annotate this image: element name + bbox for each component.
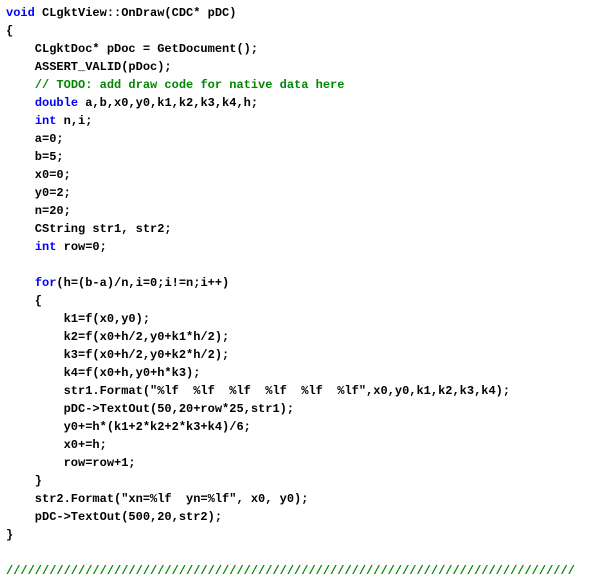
comment: // TODO: add draw code for native data h… — [35, 78, 345, 92]
indent — [6, 276, 35, 290]
indent — [6, 78, 35, 92]
kw-int: int — [35, 114, 57, 128]
line-29: } — [6, 528, 13, 542]
line-8: a=0; — [6, 132, 64, 146]
text: row=0; — [56, 240, 106, 254]
line-1: void CLgktView::OnDraw(CDC* pDC) — [6, 6, 236, 20]
line-3: CLgktDoc* pDoc = GetDocument(); — [6, 42, 258, 56]
text: n,i; — [56, 114, 92, 128]
line-12: n=20; — [6, 204, 71, 218]
indent — [6, 240, 35, 254]
line-7: int n,i; — [6, 114, 92, 128]
line-26: } — [6, 474, 42, 488]
line-23: y0+=h*(k1+2*k2+2*k3+k4)/6; — [6, 420, 251, 434]
line-5: // TODO: add draw code for native data h… — [6, 78, 344, 92]
text: (h=(b-a)/n,i=0;i!=n;i++) — [56, 276, 229, 290]
line-9: b=5; — [6, 150, 64, 164]
kw-for: for — [35, 276, 57, 290]
line-10: x0=0; — [6, 168, 71, 182]
line-6: double a,b,x0,y0,k1,k2,k3,k4,h; — [6, 96, 258, 110]
indent — [6, 114, 35, 128]
line-22: pDC->TextOut(50,20+row*25,str1); — [6, 402, 294, 416]
line-27: str2.Format("xn=%lf yn=%lf", x0, y0); — [6, 492, 308, 506]
kw-double: double — [35, 96, 78, 110]
code-block: void CLgktView::OnDraw(CDC* pDC) { CLgkt… — [0, 0, 608, 584]
line-11: y0=2; — [6, 186, 71, 200]
text: a,b,x0,y0,k1,k2,k3,k4,h; — [78, 96, 258, 110]
divider-comment: ////////////////////////////////////////… — [6, 564, 575, 578]
line-24: x0+=h; — [6, 438, 107, 452]
line-16: { — [6, 294, 42, 308]
indent — [6, 96, 35, 110]
line-28: pDC->TextOut(500,20,str2); — [6, 510, 222, 524]
line-20: k4=f(x0+h,y0+h*k3); — [6, 366, 200, 380]
text: CLgktView::OnDraw(CDC* pDC) — [35, 6, 237, 20]
line-15: for(h=(b-a)/n,i=0;i!=n;i++) — [6, 276, 229, 290]
line-19: k3=f(x0+h/2,y0+k2*h/2); — [6, 348, 229, 362]
kw-int: int — [35, 240, 57, 254]
line-13: CString str1, str2; — [6, 222, 172, 236]
line-18: k2=f(x0+h/2,y0+k1*h/2); — [6, 330, 229, 344]
line-2: { — [6, 24, 13, 38]
line-4: ASSERT_VALID(pDoc); — [6, 60, 172, 74]
kw-void: void — [6, 6, 35, 20]
line-21: str1.Format("%lf %lf %lf %lf %lf %lf",x0… — [6, 384, 510, 398]
line-25: row=row+1; — [6, 456, 136, 470]
line-17: k1=f(x0,y0); — [6, 312, 150, 326]
line-14: int row=0; — [6, 240, 107, 254]
